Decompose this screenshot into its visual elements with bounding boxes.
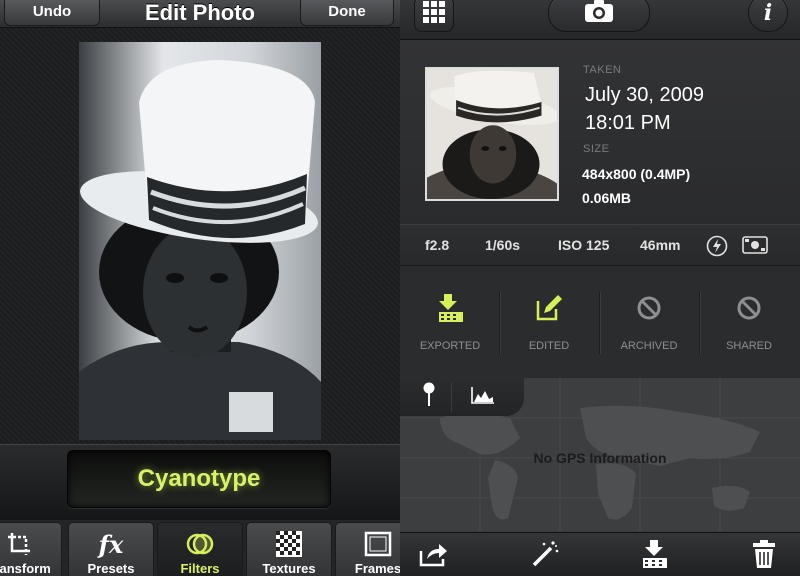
status-label: ARCHIVED bbox=[620, 340, 678, 352]
share-button[interactable] bbox=[417, 539, 451, 573]
taken-label: TAKEN bbox=[583, 64, 622, 76]
tab-label: Frames bbox=[354, 561, 400, 576]
import-icon bbox=[641, 538, 669, 575]
trash-icon bbox=[753, 539, 775, 573]
status-exported: EXPORTED bbox=[400, 288, 500, 352]
info-toolbar: i bbox=[400, 0, 800, 40]
map-view[interactable]: No GPS Information bbox=[400, 378, 800, 532]
status-archived: ARCHIVED bbox=[599, 288, 699, 352]
done-button[interactable]: Done bbox=[300, 0, 394, 26]
photo-thumbnail[interactable] bbox=[425, 67, 559, 201]
no-icon bbox=[729, 288, 769, 328]
status-label: EXPORTED bbox=[419, 340, 481, 352]
tab-label: Presets bbox=[87, 561, 135, 576]
edit-tab-bar: Transform fx Presets Filters bbox=[0, 520, 400, 576]
status-label: EDITED bbox=[528, 340, 570, 352]
size-label: SIZE bbox=[583, 143, 610, 155]
location-tab[interactable] bbox=[406, 382, 452, 412]
tab-filters[interactable]: Filters bbox=[157, 522, 243, 576]
edit-toolbar: Undo Edit Photo Done bbox=[0, 0, 400, 28]
grid-button[interactable] bbox=[414, 0, 454, 32]
share-icon bbox=[419, 541, 449, 572]
fx-icon: fx bbox=[98, 529, 124, 559]
magic-wand-icon bbox=[530, 539, 560, 574]
photo-info-panel: i TAKEN July 30, 2009 18:01 PM SIZE 484x… bbox=[400, 0, 800, 576]
taken-time: 18:01 PM bbox=[585, 112, 671, 134]
filters-icon bbox=[185, 529, 215, 559]
status-edited: EDITED bbox=[499, 288, 599, 352]
status-label: SHARED bbox=[726, 340, 772, 352]
tab-transform[interactable]: Transform bbox=[0, 522, 62, 576]
filter-name: Cyanotype bbox=[137, 465, 261, 492]
camera-icon bbox=[584, 0, 614, 28]
focal-length-value: 46mm bbox=[640, 237, 681, 253]
tab-label: Textures bbox=[262, 561, 316, 576]
photo-dimensions: 484x800 (0.4MP) bbox=[582, 166, 691, 182]
map-tab-bar bbox=[400, 378, 524, 416]
metering-icon bbox=[742, 235, 768, 262]
tab-presets[interactable]: fx Presets bbox=[68, 522, 154, 576]
textures-icon bbox=[274, 529, 304, 559]
taken-date: July 30, 2009 bbox=[585, 84, 704, 106]
grid-icon bbox=[423, 0, 445, 28]
page-title: Edit Photo bbox=[145, 0, 255, 25]
import-button[interactable] bbox=[638, 539, 672, 573]
exif-row: f2.8 1/60s ISO 125 46mm bbox=[400, 224, 800, 266]
info-icon: i bbox=[763, 0, 773, 26]
edit-photo-panel: Undo Edit Photo Done Cyanotype ansform f… bbox=[0, 0, 400, 576]
undo-button[interactable]: Undo bbox=[4, 0, 100, 26]
no-icon bbox=[629, 288, 669, 328]
shutter-value: 1/60s bbox=[485, 237, 521, 253]
histogram-icon bbox=[470, 385, 496, 410]
info-button[interactable]: i bbox=[748, 0, 788, 32]
status-shared: SHARED bbox=[699, 288, 799, 352]
crop-icon bbox=[4, 529, 34, 559]
frames-icon bbox=[363, 529, 393, 559]
camera-button[interactable] bbox=[548, 0, 650, 32]
tab-label: Filters bbox=[180, 561, 220, 576]
filter-name-display[interactable]: Cyanotype bbox=[67, 450, 331, 508]
delete-button[interactable] bbox=[747, 539, 781, 573]
photo-details: TAKEN July 30, 2009 18:01 PM SIZE 484x80… bbox=[400, 40, 800, 224]
magic-wand-button[interactable] bbox=[528, 539, 562, 573]
no-gps-message: No GPS Information bbox=[533, 450, 667, 466]
tab-frames[interactable]: Frames bbox=[335, 522, 400, 576]
edited-photo[interactable] bbox=[79, 42, 321, 440]
action-toolbar bbox=[400, 532, 800, 576]
aperture-value: f2.8 bbox=[425, 237, 450, 253]
edit-icon bbox=[529, 288, 569, 328]
export-icon bbox=[430, 288, 470, 328]
flash-icon bbox=[706, 235, 728, 262]
histogram-tab[interactable] bbox=[460, 382, 506, 412]
file-size: 0.06MB bbox=[582, 190, 632, 206]
status-section: EXPORTED EDITED ARCHIVED SHARED bbox=[400, 266, 800, 378]
pin-icon bbox=[422, 382, 436, 413]
iso-value: ISO 125 bbox=[558, 237, 610, 253]
tab-label: Transform bbox=[0, 561, 51, 576]
tab-textures[interactable]: Textures bbox=[246, 522, 332, 576]
